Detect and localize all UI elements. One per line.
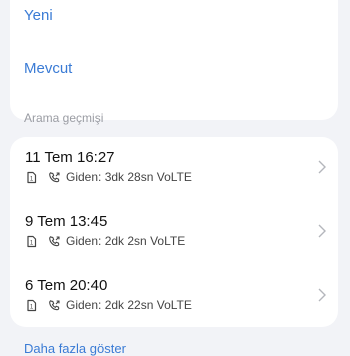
- new-contact-link[interactable]: Yeni: [24, 1, 53, 29]
- call-date: 11 Tem 16:27: [25, 149, 115, 166]
- call-meta: 1 Giden: 2dk 22sn VoLTE: [25, 298, 192, 312]
- call-tech: VoLTE: [150, 234, 186, 248]
- call-history-item[interactable]: 11 Tem 16:27 1 Giden: 3dk 28sn VoLTE: [10, 145, 338, 205]
- call-detail: Giden: 2dk 22sn: [66, 298, 154, 312]
- svg-text:1: 1: [30, 240, 34, 246]
- call-tech: VoLTE: [156, 170, 192, 184]
- call-detail: Giden: 3dk 28sn: [66, 170, 154, 184]
- existing-contact-label: Mevcut: [24, 59, 73, 77]
- chevron-right-icon: [317, 223, 327, 239]
- outgoing-call-icon: [48, 235, 61, 248]
- call-history-item[interactable]: 6 Tem 20:40 1 Giden: 2dk 22sn VoLTE: [10, 273, 338, 333]
- call-history-title: Arama geçmişi: [24, 111, 104, 125]
- contact-options-card: Yeni Mevcut: [10, 0, 338, 120]
- svg-text:1: 1: [30, 176, 34, 182]
- call-tech: VoLTE: [156, 298, 192, 312]
- call-date: 9 Tem 13:45: [25, 213, 108, 230]
- call-meta: 1 Giden: 3dk 28sn VoLTE: [25, 170, 192, 184]
- new-contact-label: Yeni: [24, 6, 53, 24]
- call-meta: 1 Giden: 2dk 2sn VoLTE: [25, 234, 185, 248]
- existing-contact-link[interactable]: Mevcut: [24, 54, 72, 82]
- svg-text:1: 1: [30, 304, 34, 310]
- chevron-right-icon: [317, 287, 327, 303]
- call-detail: Giden: 2dk 2sn: [66, 234, 147, 248]
- outgoing-call-icon: [48, 299, 61, 312]
- sim-card-icon: 1: [25, 299, 38, 312]
- sim-card-icon: 1: [25, 171, 38, 184]
- sim-card-icon: 1: [25, 235, 38, 248]
- call-history-item[interactable]: 9 Tem 13:45 1 Giden: 2dk 2sn VoLTE: [10, 209, 338, 269]
- call-date: 6 Tem 20:40: [25, 277, 108, 294]
- show-more-link[interactable]: Daha fazla göster: [24, 341, 126, 356]
- outgoing-call-icon: [48, 171, 61, 184]
- chevron-right-icon: [317, 159, 327, 175]
- call-history-card: 11 Tem 16:27 1 Giden: 3dk 28sn VoLTE 9 T…: [10, 137, 338, 327]
